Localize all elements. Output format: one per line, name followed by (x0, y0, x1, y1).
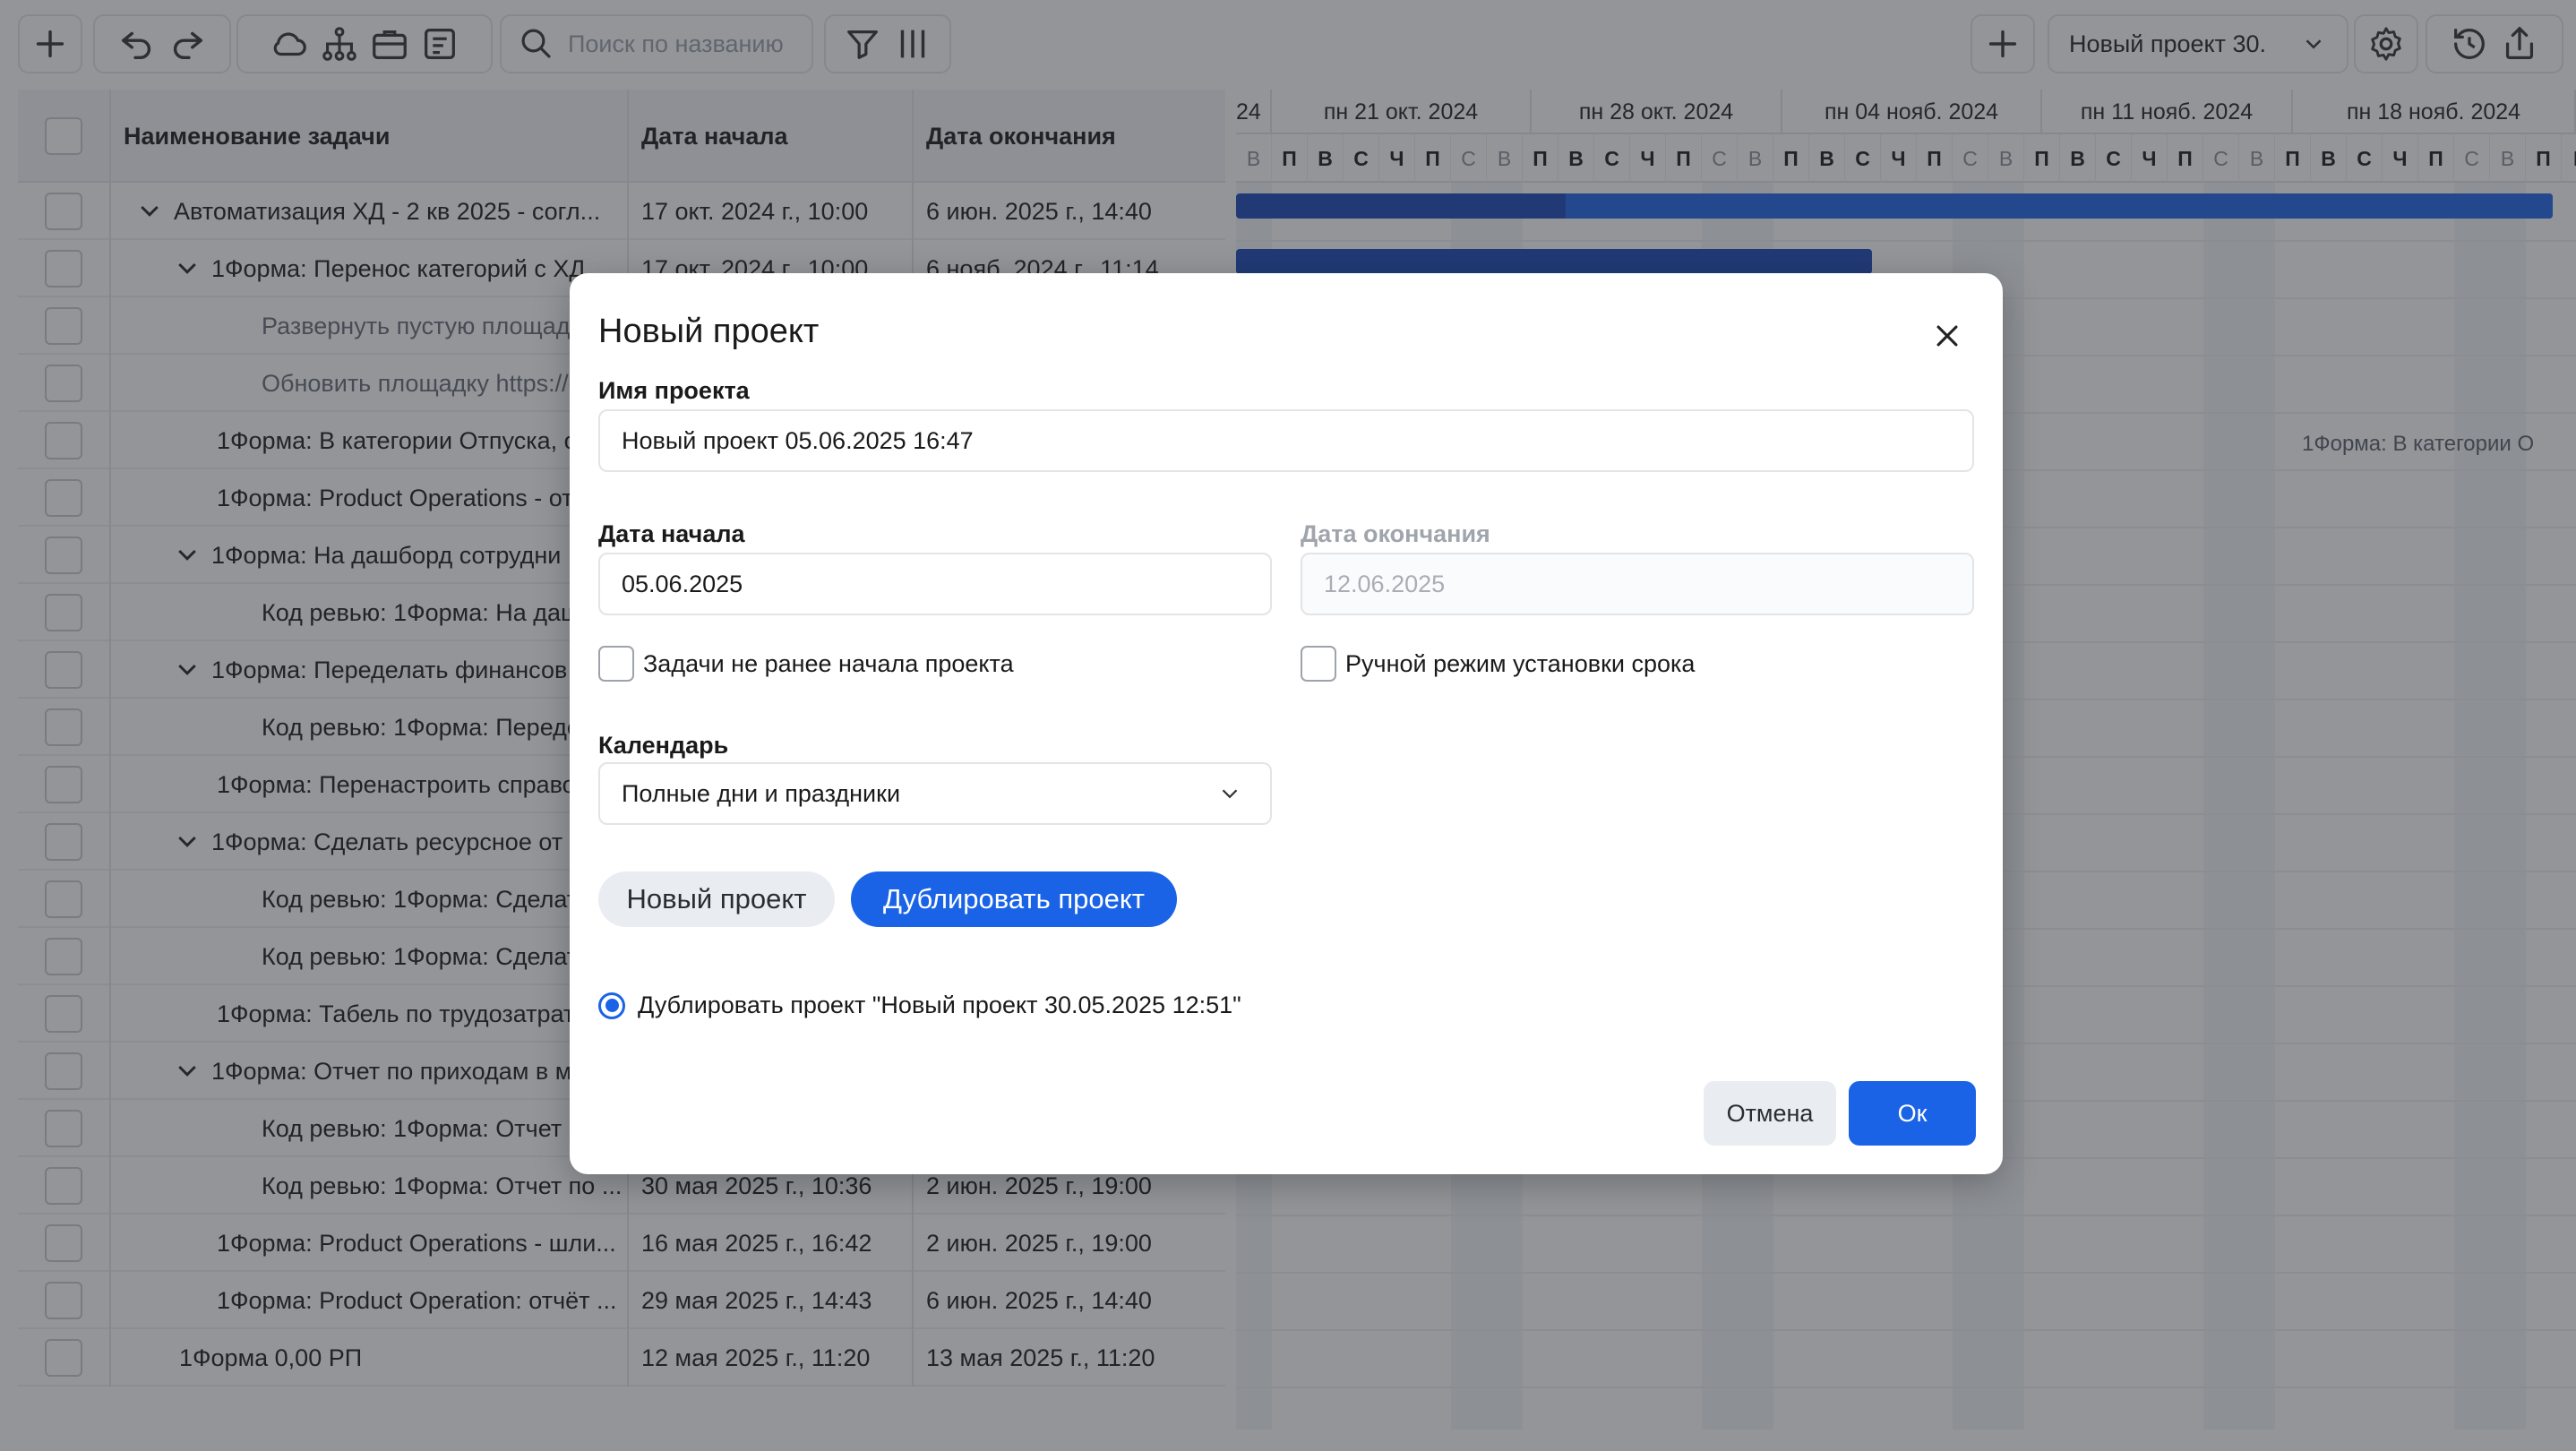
checkbox-box[interactable] (598, 646, 634, 682)
start-date-input[interactable]: 05.06.2025 (598, 553, 1272, 615)
duplicate-source-radio[interactable]: Дублировать проект "Новый проект 30.05.2… (598, 992, 1241, 1019)
manual-deadline-label: Ручной режим установки срока (1345, 649, 1696, 677)
dialog-title: Новый проект (598, 313, 820, 350)
mode-new-project[interactable]: Новый проект (598, 871, 835, 927)
calendar-select[interactable]: Полные дни и праздники (598, 762, 1272, 825)
chevron-down-icon (1222, 789, 1238, 799)
tasks-after-start-label: Задачи не ранее начала проекта (643, 649, 1014, 677)
project-name-input[interactable]: Новый проект 05.06.2025 16:47 (598, 409, 1974, 472)
mode-duplicate-project[interactable]: Дублировать проект (851, 871, 1177, 927)
new-project-dialog: Новый проект Имя проекта Новый проект 05… (570, 273, 2003, 1174)
end-date-label: Дата окончания (1301, 520, 1490, 547)
project-name-label: Имя проекта (598, 377, 750, 404)
close-button[interactable] (1924, 313, 1971, 359)
cancel-button[interactable]: Отмена (1704, 1081, 1836, 1146)
duplicate-source-label: Дублировать проект "Новый проект 30.05.2… (638, 992, 1241, 1018)
end-date-input: 12.06.2025 (1301, 553, 1974, 615)
checkbox-box[interactable] (1301, 646, 1336, 682)
calendar-label: Календарь (598, 732, 729, 759)
manual-deadline-checkbox[interactable]: Ручной режим установки срока (1301, 646, 1695, 682)
calendar-select-value: Полные дни и праздники (622, 779, 901, 807)
tasks-after-start-checkbox[interactable]: Задачи не ранее начала проекта (598, 646, 1014, 682)
start-date-label: Дата начала (598, 520, 745, 547)
close-icon (1936, 325, 1958, 347)
radio-button[interactable] (598, 992, 625, 1019)
ok-button[interactable]: Ок (1849, 1081, 1976, 1146)
